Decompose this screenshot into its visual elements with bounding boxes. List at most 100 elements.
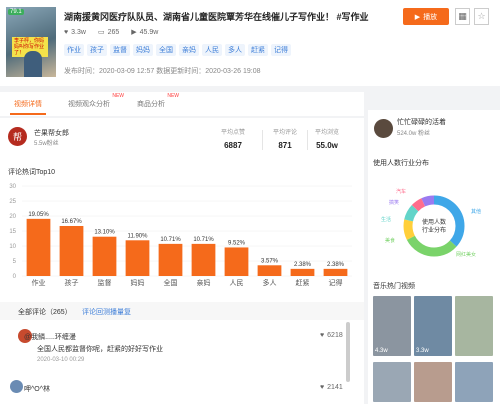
heart-icon: ♥ [64, 28, 69, 36]
music-video-thumb[interactable] [373, 362, 411, 402]
comment-text: 全国人民都监督你呢，赶紧的好好写作业 [37, 346, 163, 353]
comment-likes[interactable]: ♥ 6218 [320, 332, 343, 339]
donut-label: 生活 [381, 217, 392, 223]
x-tick-label: 监督 [98, 278, 112, 287]
metric-avg-views: 平均浏览 55.0w [315, 130, 340, 150]
music-video-thumb[interactable] [455, 296, 493, 356]
metric-avg-comments: 平均评论 871 [273, 130, 298, 150]
data-label: 11.90% [128, 233, 149, 239]
data-label: 10.71% [193, 237, 214, 243]
play-icon: ▶ [414, 13, 421, 21]
video-thumbnail[interactable]: 79.1 李子枰，你妈妈叫你写作业了！ [6, 7, 56, 77]
data-label: 9.52% [228, 240, 246, 246]
donut-center-label: 使用人数 [422, 218, 446, 226]
data-label: 16.67% [61, 219, 82, 225]
data-label: 13.10% [94, 230, 115, 236]
x-tick-label: 记得 [329, 278, 343, 287]
author-avatar[interactable]: 帮 [8, 127, 27, 146]
bar [290, 268, 315, 276]
x-tick-label: 妈妈 [131, 278, 145, 287]
video-stats: ♥ 3.3w ▭ 265 ▶ 45.9w [64, 28, 159, 37]
tab-video-details[interactable]: 视频详情 [14, 99, 42, 109]
data-label: 19.05% [28, 212, 49, 218]
donut-label: 美食 [385, 238, 396, 244]
video-header: 79.1 李子枰，你妈妈叫你写作业了！ 湖南援黄冈医疗队队员、湖南省儿童医院覃芳… [0, 0, 500, 86]
tag[interactable]: 妈妈 [133, 44, 153, 56]
x-tick-label: 孩子 [65, 278, 79, 287]
comment-time: 2020-03-10 00:29 [37, 357, 85, 363]
comment-user[interactable]: 呷^O^林 [24, 384, 50, 394]
tag[interactable]: 记得 [271, 44, 291, 56]
thumbnail-figure [24, 51, 42, 77]
divider [307, 130, 308, 150]
music-video-thumb[interactable] [455, 362, 493, 402]
comment-user[interactable]: @我鳞.....环缠漫 [24, 332, 76, 342]
comment-likes[interactable]: ♥ 2141 [320, 384, 343, 391]
heart-icon: ♥ [320, 384, 325, 391]
publish-time: 发布时间：2020-03-09 12:57 数据更新时间：2020-03-26 … [64, 68, 261, 75]
bar [92, 236, 117, 276]
side-panel: 忙忙碌碌的活着 524.0w 粉丝 使用人数行业分布 使用人数 行业分布 汽车 … [368, 110, 500, 404]
play-icon: ▶ [131, 29, 137, 36]
y-tick-label: 20 [9, 214, 16, 220]
tab-product-analysis[interactable]: 商品分析 NEW [137, 93, 179, 109]
comments-count: 全部评论（265） [18, 309, 72, 316]
x-tick-label: 多人 [263, 278, 277, 287]
x-tick-label: 人民 [230, 279, 244, 287]
music-video-thumb[interactable] [414, 362, 452, 402]
bar [257, 265, 282, 276]
y-tick-label: 5 [13, 259, 17, 265]
play-stat: ▶ 45.9w [131, 28, 159, 37]
tag[interactable]: 多人 [225, 44, 245, 56]
tag[interactable]: 孩子 [87, 44, 107, 56]
y-tick-label: 0 [13, 274, 17, 280]
comments-link[interactable]: 评论回测播量复 [82, 307, 131, 317]
donut-label: 搞笑 [389, 200, 400, 206]
x-tick-label: 亲妈 [197, 278, 211, 287]
tag[interactable]: 亲妈 [179, 44, 199, 56]
main-panel: 帮 芒果帮女郎 5.5w粉丝 平均点赞 6887 平均评论 871 平均浏览 55.0… [0, 118, 364, 404]
tag[interactable]: 监督 [110, 44, 130, 56]
play-button[interactable]: ▶ 播放 [403, 8, 449, 25]
y-tick-label: 30 [9, 184, 16, 190]
author-name[interactable]: 芒果帮女郎 [34, 128, 69, 138]
scrollbar[interactable] [346, 322, 350, 382]
data-label: 3.57% [261, 258, 279, 264]
tag[interactable]: 作业 [64, 44, 84, 56]
comment-icon: ▭ [97, 29, 105, 36]
bar [59, 225, 84, 276]
tag[interactable]: 赶紧 [248, 44, 268, 56]
metric-avg-likes: 平均点赞 6887 [221, 130, 246, 150]
donut-label: 网红美女 [456, 252, 477, 258]
y-tick-label: 10 [9, 244, 16, 250]
author-fans: 5.5w粉丝 [34, 141, 59, 147]
music-video-thumb[interactable]: 3.3w [414, 296, 452, 356]
data-label: 2.38% [294, 262, 312, 268]
donut-label: 其他 [471, 209, 482, 215]
bar [191, 243, 216, 276]
y-tick-label: 25 [9, 199, 16, 205]
qr-code-icon[interactable]: ▦ [455, 8, 470, 25]
x-tick-label: 全国 [164, 278, 178, 287]
commenter-avatar[interactable] [10, 380, 23, 393]
music-hot-title: 音乐热门视频 [373, 283, 415, 290]
comment-stat: ▭ 265 [97, 28, 120, 37]
bar [158, 243, 183, 276]
tab-audience-analysis[interactable]: 视频观众分析 NEW [68, 93, 124, 109]
bar [323, 268, 348, 276]
new-badge: NEW [112, 93, 124, 99]
donut-label: 汽车 [396, 189, 407, 195]
score-badge: 79.1 [8, 9, 24, 15]
music-author-name[interactable]: 忙忙碌碌的活着 [397, 117, 446, 127]
video-title[interactable]: 湖南援黄冈医疗队队员、湖南省儿童医院覃芳华在线催儿子写作业！ #写作业 [64, 10, 369, 23]
industry-dist-title: 使用人数行业分布 [373, 160, 429, 167]
music-author-fans: 524.0w 粉丝 [397, 131, 431, 137]
heat-words-chart: 0 5 10 15 20 25 30 19.05% 作业 16.67% 孩子 13.10% 监督 11.9… [9, 184, 352, 287]
music-author-avatar[interactable] [374, 119, 393, 138]
music-video-thumb[interactable]: 4.3w [373, 296, 411, 356]
tag[interactable]: 人民 [202, 44, 222, 56]
tab-bar: 视频详情 视频观众分析 NEW 商品分析 NEW [0, 92, 364, 116]
tag[interactable]: 全国 [156, 44, 176, 56]
industry-donut-chart: 使用人数 行业分布 [403, 195, 465, 257]
star-icon[interactable]: ☆ [474, 8, 489, 25]
